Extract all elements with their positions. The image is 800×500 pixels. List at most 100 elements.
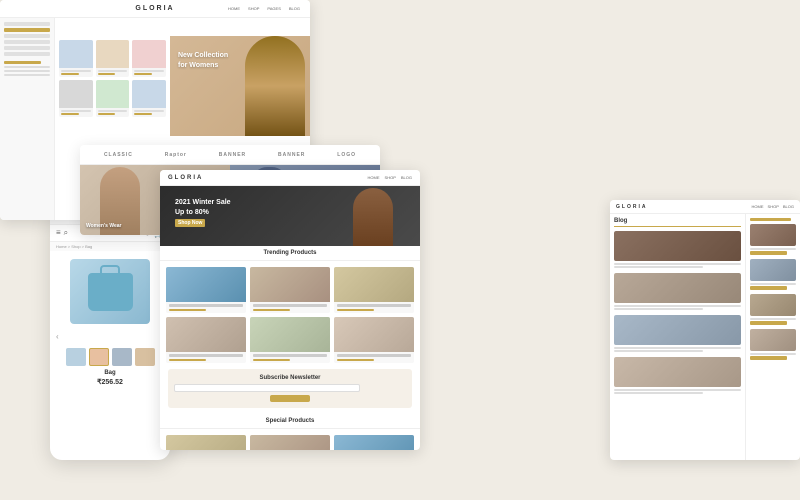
sb-header: GLORIA HOME SHOP BLOG <box>610 200 800 214</box>
brand-5: LOGO <box>337 152 356 158</box>
product-img-5 <box>96 80 130 108</box>
product-price-3 <box>134 73 152 75</box>
brand-raptor: Raptor <box>165 152 187 158</box>
sb-sidebar-btn-2[interactable] <box>750 286 787 290</box>
sg-newsletter-input[interactable] <box>174 384 360 392</box>
sb-blog-text-4a <box>614 389 741 391</box>
bag-illustration <box>88 273 133 311</box>
sb-sidebar-btn-3[interactable] <box>750 321 787 325</box>
sb-blog-img-4 <box>614 357 741 387</box>
mobile-breadcrumb: Home > Shop > Bag <box>50 242 170 251</box>
product-info-5 <box>96 108 130 117</box>
sb-blog-text-3b <box>614 350 703 352</box>
mobile-product-price: ₹256.52 <box>50 376 170 388</box>
sg-section-title: Trending Products <box>160 246 420 261</box>
bag-body <box>88 273 133 311</box>
sg-prod-name-1 <box>169 304 243 307</box>
sg-prod-info-4 <box>166 352 246 363</box>
sg-special-img-2 <box>250 435 330 450</box>
sb-blog-text-2a <box>614 305 741 307</box>
mobile-product-image <box>70 259 150 324</box>
sg-product-3 <box>334 267 414 313</box>
ss-product-grid <box>55 36 170 121</box>
thumb-2[interactable] <box>89 348 109 366</box>
sg-product-grid <box>160 261 420 369</box>
sg-product-2 <box>250 267 330 313</box>
sb-blog-text-4b <box>614 392 703 394</box>
sg-nav: HOME SHOP BLOG <box>368 175 412 180</box>
sb-blog-img-2 <box>614 273 741 303</box>
ss-product-2 <box>96 40 130 77</box>
product-price-2 <box>98 73 116 75</box>
sg-sale-banner: 2021 Winter SaleUp to 80%Shop Now <box>160 186 420 246</box>
product-label-1 <box>61 70 91 72</box>
sb-sidebar-btn-1[interactable] <box>750 251 787 255</box>
sb-blog-text-2b <box>614 308 703 310</box>
sg-prod-price-6 <box>337 359 374 361</box>
product-img-6 <box>132 80 166 108</box>
product-label-4 <box>61 110 91 112</box>
thumb-3[interactable] <box>112 348 132 366</box>
prev-arrow[interactable]: ‹ <box>56 332 59 341</box>
product-img-4 <box>59 80 93 108</box>
sg-special-1 <box>166 435 246 450</box>
mobile-nav-arrows: ‹ › <box>50 332 170 341</box>
sg-prod-info-2 <box>250 302 330 313</box>
sb-blog-text-3a <box>614 347 741 349</box>
sg-subscribe-button[interactable] <box>270 395 310 402</box>
search-icon: ⌕ <box>64 228 68 238</box>
mobile-menu-icons: ≡ ⌕ <box>56 228 68 238</box>
ss-sidebar-filter <box>4 61 50 76</box>
sg-product-4 <box>166 317 246 363</box>
product-info-1 <box>59 68 93 77</box>
hero-figure <box>245 36 305 136</box>
sb-sidebar-bar-1 <box>750 248 796 250</box>
ss-sidebar-item-2 <box>4 28 50 32</box>
ss-sidebar-item-3 <box>4 34 50 38</box>
sg-header: GLORIA HOME SHOP BLOG <box>160 170 420 186</box>
sg-special-img-3 <box>334 435 414 450</box>
sg-prod-name-5 <box>253 354 327 357</box>
sb-sidebar <box>745 214 800 460</box>
brand-3: BANNER <box>219 152 246 158</box>
sg-prod-img-2 <box>250 267 330 302</box>
sg-section-title-2: Special Products <box>160 414 420 429</box>
sg-prod-img-4 <box>166 317 246 352</box>
ss-product-5 <box>96 80 130 117</box>
ss-product-6 <box>132 80 166 117</box>
sb-blog-item-3 <box>614 315 741 353</box>
sg-prod-img-6 <box>334 317 414 352</box>
thumb-1[interactable] <box>66 348 86 366</box>
product-info-3 <box>132 68 166 77</box>
sg-nav-1: HOME <box>368 175 380 180</box>
sg-product-1 <box>166 267 246 313</box>
sg-prod-img-3 <box>334 267 414 302</box>
filter-item-1 <box>4 66 50 68</box>
brand-classic: CLASSIC <box>104 152 133 158</box>
ss-sidebar-item-6 <box>4 52 50 56</box>
ss-sidebar-item-4 <box>4 40 50 44</box>
sb-blog-text-1a <box>614 263 741 265</box>
ss-product-1 <box>59 40 93 77</box>
sb-nav-1: HOME <box>752 204 764 209</box>
filter-item-3 <box>4 74 50 76</box>
ss-nav-item-4: BLOG <box>289 6 300 11</box>
ss-sidebar-item-5 <box>4 46 50 50</box>
sg-prod-price-4 <box>169 359 206 361</box>
sg-prod-price-2 <box>253 309 290 311</box>
product-img-1 <box>59 40 93 68</box>
ss-main-logo: GLORIA <box>135 5 174 12</box>
sb-nav-3: BLOG <box>783 204 794 209</box>
sb-blog-item-4 <box>614 357 741 395</box>
sb-sidebar-item-4 <box>750 329 796 360</box>
product-label-6 <box>134 110 164 112</box>
sg-logo: GLORIA <box>168 175 203 181</box>
sb-sidebar-bar-4 <box>750 353 796 355</box>
product-price-5 <box>98 113 116 115</box>
sg-special-3 <box>334 435 414 450</box>
sb-sidebar-item-1 <box>750 224 796 255</box>
sg-newsletter-title: Subscribe Newsletter <box>174 375 406 381</box>
product-img-2 <box>96 40 130 68</box>
sb-sidebar-btn-4[interactable] <box>750 356 787 360</box>
thumb-4[interactable] <box>135 348 155 366</box>
